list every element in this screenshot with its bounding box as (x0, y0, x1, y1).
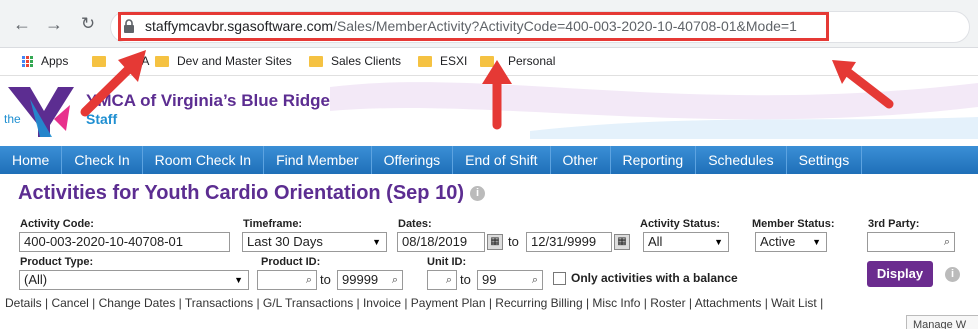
product-type-label: Product Type: (20, 256, 94, 268)
search-icon[interactable]: ⌕ (446, 271, 452, 289)
balance-only-label: Only activities with a balance (571, 271, 738, 285)
search-icon[interactable]: ⌕ (532, 271, 538, 289)
calendar-icon[interactable]: ▦ (614, 234, 630, 250)
third-party-input[interactable]: ⌕ (867, 232, 955, 252)
nav-reporting[interactable]: Reporting (611, 146, 697, 174)
activity-status-select[interactable]: All (643, 232, 729, 252)
folder-icon (92, 55, 106, 67)
nav-schedules[interactable]: Schedules (696, 146, 787, 174)
nav-settings[interactable]: Settings (787, 146, 863, 174)
bookmark-sales-clients[interactable]: Sales Clients (309, 54, 401, 68)
arrow-left-icon[interactable]: ← (12, 14, 32, 34)
search-icon[interactable]: ⌕ (392, 271, 398, 289)
date-to-input[interactable]: 12/31/9999 (526, 232, 612, 252)
date-to-text: to (508, 234, 519, 249)
unit-id-label: Unit ID: (427, 256, 467, 268)
unit-id-to-text: to (460, 272, 471, 287)
product-id-to-input[interactable]: 99999 ⌕ (337, 270, 403, 290)
url-highlight-box (118, 12, 829, 41)
folder-icon (418, 55, 432, 67)
arrow-right-icon[interactable]: → (44, 14, 64, 34)
info-icon[interactable]: i (470, 186, 485, 202)
nav-room-check-in[interactable]: Room Check In (143, 146, 265, 174)
unit-id-to-input[interactable]: 99 ⌕ (477, 270, 543, 290)
folder-icon (480, 55, 494, 67)
bookmark-personal[interactable]: Personal (480, 54, 555, 68)
folder-icon (309, 55, 323, 67)
product-type-select[interactable]: (All) (19, 270, 249, 290)
timeframe-label: Timeframe: (243, 218, 303, 230)
folder-icon (155, 55, 169, 67)
page-title: Activities for Youth Cardio Orientation … (18, 182, 485, 205)
member-status-select[interactable]: Active (755, 232, 827, 252)
svg-text:the: the (4, 112, 21, 126)
site-header: the YMCA of Virginia’s Blue Ridge Staff (0, 77, 978, 139)
balance-only-checkbox[interactable] (553, 272, 566, 285)
timeframe-select[interactable]: Last 30 Days (242, 232, 387, 252)
apps-grid-icon (22, 55, 33, 67)
product-id-to-text: to (320, 272, 331, 287)
browser-toolbar: ← → ↻ staffymcavbr.sgasoftware.com/Sales… (0, 0, 978, 48)
nav-check-in[interactable]: Check In (62, 146, 143, 174)
search-icon[interactable]: ⌕ (306, 271, 312, 289)
display-button[interactable]: Display (867, 261, 933, 287)
bookmarks-bar: Apps GA Dev and Master Sites Sales Clien… (0, 48, 978, 76)
bookmark-apps[interactable]: Apps (22, 54, 68, 68)
site-subtitle: Staff (86, 111, 118, 127)
unit-id-from-input[interactable]: ⌕ (427, 270, 457, 290)
activity-code-label: Activity Code: (20, 218, 94, 230)
activity-status-label: Activity Status: (640, 218, 721, 230)
nav-end-of-shift[interactable]: End of Shift (453, 146, 551, 174)
reload-icon[interactable]: ↻ (78, 14, 98, 34)
site-name: YMCA of Virginia’s Blue Ridge (86, 91, 331, 110)
bookmark-ga[interactable]: GA (92, 54, 149, 68)
calendar-icon[interactable]: ▦ (487, 234, 503, 250)
header-swoosh (330, 82, 978, 139)
third-party-label: 3rd Party: (868, 218, 920, 230)
search-icon[interactable]: ⌕ (944, 233, 950, 251)
nav-offerings[interactable]: Offerings (372, 146, 454, 174)
nav-find-member[interactable]: Find Member (264, 146, 372, 174)
nav-home[interactable]: Home (0, 146, 63, 174)
action-links[interactable]: Details | Cancel | Change Dates | Transa… (5, 296, 823, 310)
bookmark-dev-master[interactable]: Dev and Master Sites (155, 54, 292, 68)
member-status-label: Member Status: (752, 218, 835, 230)
dates-label: Dates: (398, 218, 432, 230)
tooltip: Manage W (906, 315, 978, 329)
bookmark-esxi[interactable]: ESXI (418, 54, 467, 68)
activity-code-input[interactable]: 400-003-2020-10-40708-01 (19, 232, 230, 252)
main-nav: Home Check In Room Check In Find Member … (0, 146, 978, 174)
ymca-logo-icon[interactable]: the (0, 81, 74, 137)
info-icon[interactable]: i (945, 267, 960, 282)
date-from-input[interactable]: 08/18/2019 (397, 232, 485, 252)
nav-other[interactable]: Other (551, 146, 611, 174)
product-id-label: Product ID: (261, 256, 321, 268)
product-id-from-input[interactable]: ⌕ (257, 270, 317, 290)
